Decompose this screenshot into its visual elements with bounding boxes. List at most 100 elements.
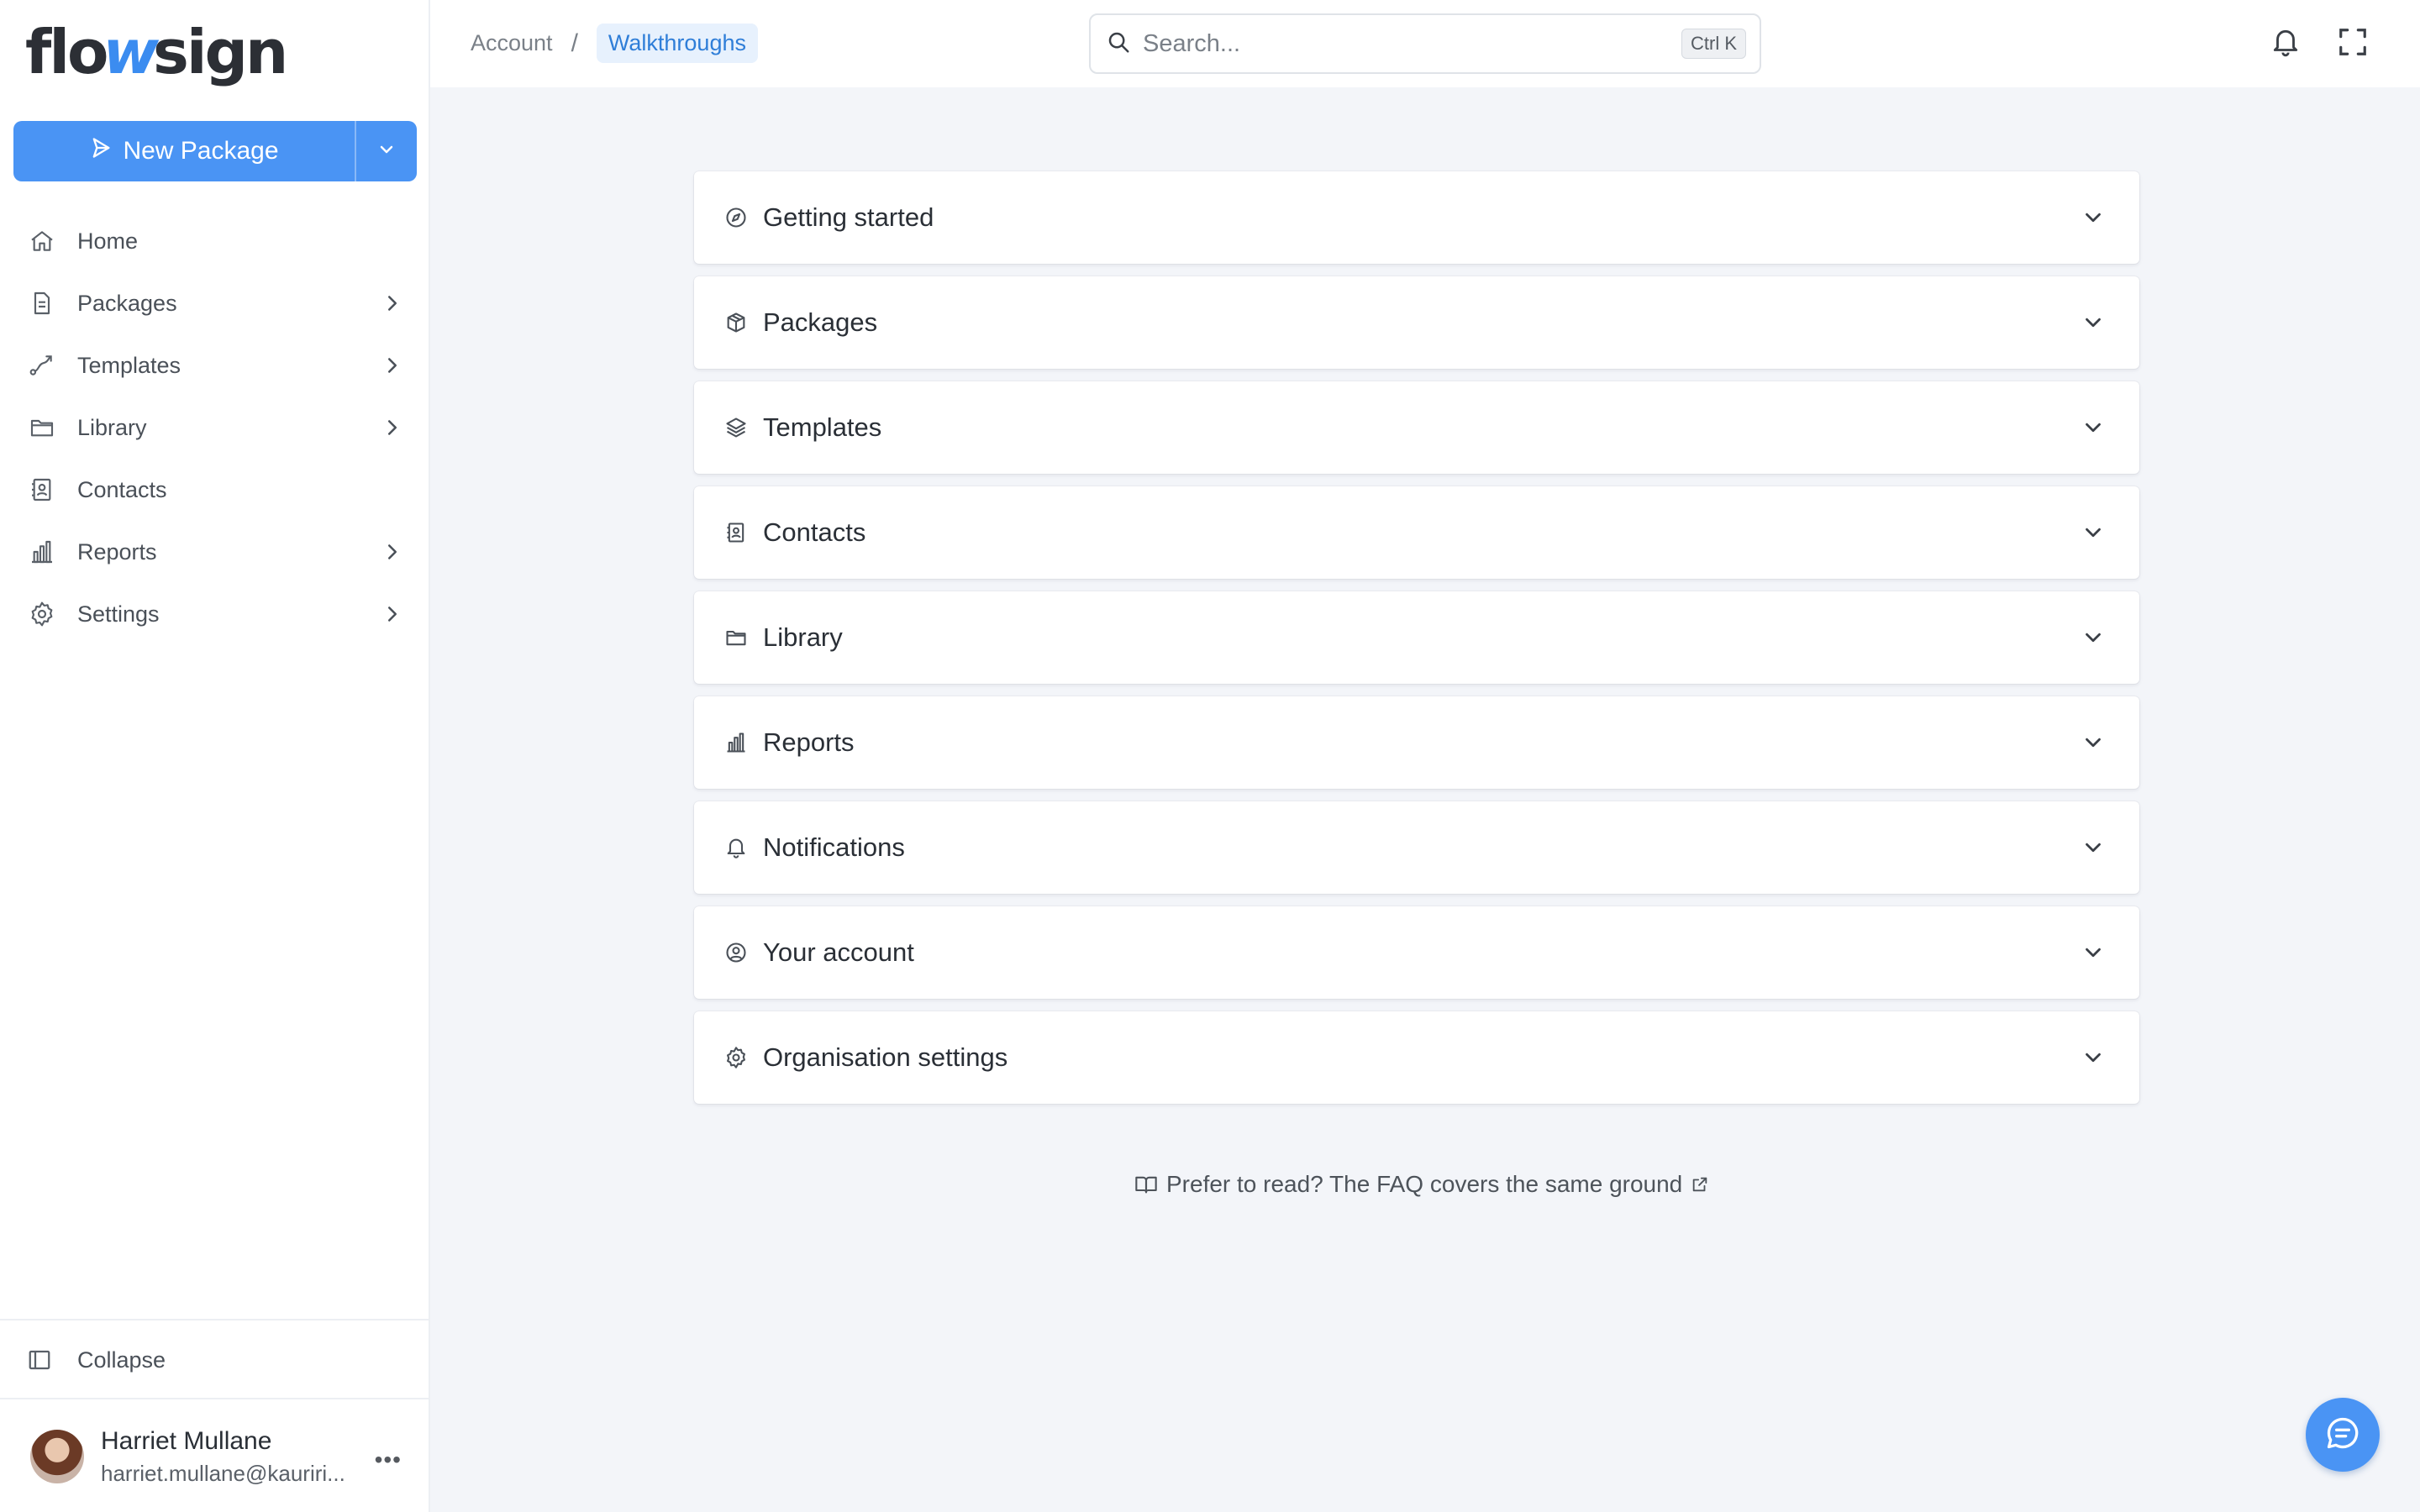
accordion-item-contacts[interactable]: Contacts: [694, 486, 2139, 579]
package-icon: [723, 309, 750, 336]
chevron-down-icon: [2081, 415, 2106, 444]
more-options-icon[interactable]: •••: [375, 1446, 402, 1473]
user-name: Harriet Mullane: [101, 1426, 272, 1455]
faq-link[interactable]: Prefer to read? The FAQ covers the same …: [1134, 1171, 1709, 1198]
sidebar-nav: Home Packages Templates Library Contacts…: [0, 210, 430, 645]
chevron-down-icon: [2081, 730, 2106, 759]
chevron-right-icon: [380, 353, 405, 384]
accordion-item-library[interactable]: Library: [694, 591, 2139, 684]
walkthrough-accordion: Getting started Packages Templates Conta…: [694, 171, 2139, 1116]
accordion-title: Packages: [763, 307, 878, 337]
contact-book-icon: [723, 519, 750, 546]
search-input[interactable]: [1143, 29, 1681, 58]
external-link-icon: [1691, 1175, 1709, 1194]
chevron-right-icon: [380, 539, 405, 570]
logo-text-post: sign: [152, 17, 288, 87]
bar-chart-icon: [27, 537, 57, 567]
top-bar: Account / Walkthroughs Ctrl K: [430, 0, 2420, 87]
accordion-item-templates[interactable]: Templates: [694, 381, 2139, 474]
breadcrumb-current[interactable]: Walkthroughs: [596, 24, 758, 63]
sidebar-item-label: Settings: [77, 601, 160, 627]
send-icon: [89, 136, 113, 166]
user-profile[interactable]: Harriet Mullane harriet.mullane@kauriri.…: [0, 1401, 430, 1512]
collapse-label: Collapse: [77, 1347, 166, 1373]
breadcrumb-account-link[interactable]: Account: [471, 30, 553, 56]
accordion-title: Notifications: [763, 832, 905, 862]
new-package-dropdown-button[interactable]: [356, 121, 417, 181]
sidebar-item-label: Contacts: [77, 476, 167, 502]
home-icon: [27, 226, 57, 256]
flowsign-logo[interactable]: flo w sign: [25, 17, 288, 87]
new-package-label: New Package: [123, 137, 279, 165]
sidebar-item-library[interactable]: Library: [0, 396, 430, 459]
chat-bubble-icon: [2324, 1415, 2361, 1456]
user-circle-icon: [723, 939, 750, 966]
sidebar-item-label: Home: [77, 228, 139, 254]
folder-icon: [27, 412, 57, 443]
user-info: Harriet Mullane harriet.mullane@kauriri.…: [101, 1427, 378, 1487]
chevron-down-icon: [376, 139, 397, 164]
bar-chart-icon: [723, 729, 750, 756]
accordion-item-your-account[interactable]: Your account: [694, 906, 2139, 999]
collapse-sidebar-button[interactable]: Collapse: [0, 1327, 430, 1393]
user-email: harriet.mullane@kauriri...: [101, 1460, 345, 1486]
folder-icon: [723, 624, 750, 651]
search-shortcut-badge: Ctrl K: [1681, 29, 1746, 59]
chevron-right-icon: [380, 415, 405, 446]
accordion-item-packages[interactable]: Packages: [694, 276, 2139, 369]
search-box: Ctrl K: [1089, 13, 1761, 74]
sidebar-item-label: Library: [77, 414, 147, 440]
book-icon: [1134, 1173, 1158, 1196]
sidebar-item-settings[interactable]: Settings: [0, 583, 430, 645]
sidebar-item-label: Packages: [77, 290, 177, 316]
accordion-title: Library: [763, 622, 843, 652]
divider: [0, 1398, 430, 1399]
fullscreen-icon: [2337, 26, 2369, 62]
faq-link-text: Prefer to read? The FAQ covers the same …: [1166, 1171, 1683, 1197]
sidebar-item-reports[interactable]: Reports: [0, 521, 430, 583]
document-icon: [27, 288, 57, 318]
chevron-down-icon: [2081, 940, 2106, 969]
accordion-title: Your account: [763, 937, 914, 967]
chevron-down-icon: [2081, 310, 2106, 339]
fullscreen-button[interactable]: [2334, 25, 2371, 62]
search-icon: [1106, 29, 1131, 59]
new-package-button[interactable]: New Package: [13, 121, 356, 181]
sidebar-item-home[interactable]: Home: [0, 210, 430, 272]
notifications-button[interactable]: [2267, 25, 2304, 62]
divider: [0, 1319, 430, 1320]
accordion-title: Contacts: [763, 517, 866, 547]
bell-icon: [2270, 26, 2302, 62]
sidebar-item-contacts[interactable]: Contacts: [0, 459, 430, 521]
contact-book-icon: [27, 475, 57, 505]
logo-text-wave: w: [103, 17, 158, 87]
accordion-title: Reports: [763, 727, 855, 757]
accordion-title: Organisation settings: [763, 1042, 1008, 1072]
gear-icon: [723, 1044, 750, 1071]
breadcrumb: Account / Walkthroughs: [471, 24, 758, 63]
accordion-title: Getting started: [763, 202, 934, 232]
chevron-right-icon: [380, 601, 405, 633]
new-package-split-button: New Package: [13, 121, 417, 181]
sidebar-item-packages[interactable]: Packages: [0, 272, 430, 334]
compass-icon: [723, 204, 750, 231]
sidebar-item-templates[interactable]: Templates: [0, 334, 430, 396]
accordion-item-organisation-settings[interactable]: Organisation settings: [694, 1011, 2139, 1104]
chevron-down-icon: [2081, 835, 2106, 864]
chevron-right-icon: [380, 291, 405, 322]
sidebar-item-label: Templates: [77, 352, 182, 378]
sidebar-item-label: Reports: [77, 538, 157, 564]
chevron-down-icon: [2081, 625, 2106, 654]
accordion-item-reports[interactable]: Reports: [694, 696, 2139, 789]
gear-icon: [27, 599, 57, 629]
layers-icon: [723, 414, 750, 441]
sidebar-panel-icon: [27, 1345, 57, 1375]
bell-icon: [723, 834, 750, 861]
accordion-item-getting-started[interactable]: Getting started: [694, 171, 2139, 264]
sidebar: flo w sign New Package Home Packages Tem…: [0, 0, 430, 1512]
accordion-title: Templates: [763, 412, 882, 442]
chevron-down-icon: [2081, 1045, 2106, 1074]
chat-support-button[interactable]: [2306, 1398, 2380, 1472]
logo-text-pre: flo: [25, 17, 108, 87]
accordion-item-notifications[interactable]: Notifications: [694, 801, 2139, 894]
